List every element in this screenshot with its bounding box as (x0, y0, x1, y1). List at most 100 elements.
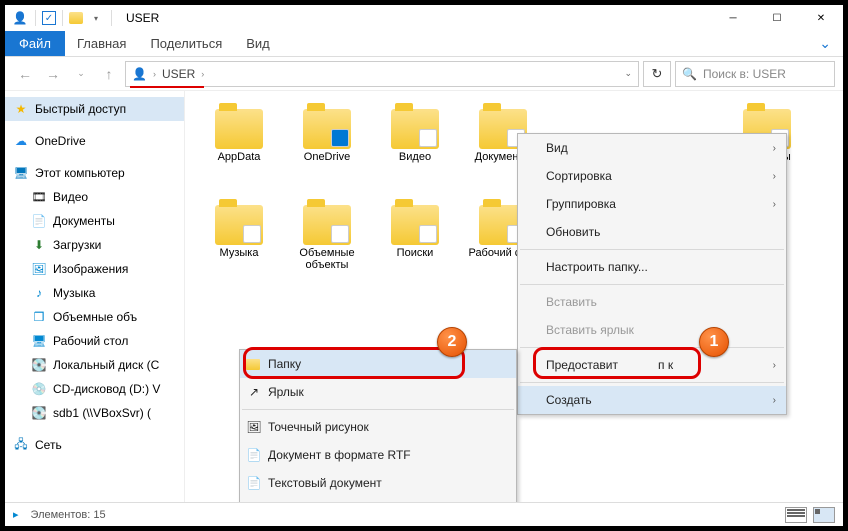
star-icon: ★ (13, 101, 29, 117)
chevron-right-icon: › (773, 143, 776, 154)
txt-icon: 📄 (246, 475, 262, 491)
folder-icon (215, 109, 263, 149)
video-icon: 🎞 (31, 189, 47, 205)
icons-view-button[interactable] (813, 507, 835, 523)
cloud-icon: ☁ (13, 133, 29, 149)
menu-create[interactable]: Создать› (518, 386, 786, 414)
separator (520, 284, 784, 285)
sidebar-item[interactable]: 🖼Изображения (5, 257, 184, 281)
menu-group[interactable]: Группировка› (518, 190, 786, 218)
chevron-right-icon: › (773, 360, 776, 371)
menu-view[interactable]: Вид› (518, 134, 786, 162)
menu-new-shortcut[interactable]: ↗Ярлык (240, 378, 516, 406)
user-icon: 👤 (11, 9, 29, 27)
home-tab[interactable]: Главная (65, 31, 138, 56)
menu-new-txt[interactable]: 📄Текстовый документ (240, 469, 516, 497)
video-overlay-icon (419, 129, 437, 147)
this-pc-item[interactable]: 🖥Этот компьютер (5, 161, 184, 185)
menu-new-rtf[interactable]: 📄Документ в формате RTF (240, 441, 516, 469)
chevron-right-icon: › (773, 395, 776, 406)
menu-sort[interactable]: Сортировка› (518, 162, 786, 190)
folder-item[interactable]: AppData (195, 105, 283, 201)
status-elements: Элементов: 15 (31, 509, 106, 521)
desktop-icon: 🖥 (31, 333, 47, 349)
sidebar-item[interactable]: 🎞Видео (5, 185, 184, 209)
folder-item[interactable]: Объемные объекты (283, 201, 371, 297)
maximize-button[interactable]: ☐ (755, 5, 799, 31)
document-icon: 📄 (31, 213, 47, 229)
folder-icon (69, 12, 83, 24)
share-tab[interactable]: Поделиться (138, 31, 234, 56)
annotation-highlight-2 (243, 347, 465, 379)
quick-access[interactable]: ★Быстрый доступ (5, 97, 184, 121)
separator (242, 409, 514, 410)
cd-icon: 💿 (31, 381, 47, 397)
music-overlay-icon (243, 225, 261, 243)
sidebar-item[interactable]: ⬇Загрузки (5, 233, 184, 257)
sidebar-item[interactable]: ♪Музыка (5, 281, 184, 305)
forward-button[interactable]: → (41, 62, 65, 86)
onedrive-item[interactable]: ☁OneDrive (5, 129, 184, 153)
expand-tree-icon[interactable]: ▸ (13, 508, 19, 521)
shortcut-icon: ↗ (246, 384, 262, 400)
folder-item[interactable]: OneDrive (283, 105, 371, 201)
address-bar-row: ← → ⌄ ↑ 👤 › USER › ⌄ ↻ 🔍 Поиск в: USER (5, 57, 843, 91)
menu-new-bitmap[interactable]: 🖼Точечный рисунок (240, 413, 516, 441)
separator (520, 382, 784, 383)
sidebar-item[interactable]: 📄Документы (5, 209, 184, 233)
qat-more-icon[interactable]: ▾ (87, 9, 105, 27)
download-icon: ⬇ (31, 237, 47, 253)
folder-item[interactable]: Поиски (371, 201, 459, 297)
network-item[interactable]: 🖧Сеть (5, 433, 184, 457)
back-button[interactable]: ← (13, 62, 37, 86)
expand-ribbon-icon[interactable]: ⌄ (807, 31, 843, 56)
onedrive-overlay-icon (331, 129, 349, 147)
recent-button[interactable]: ⌄ (69, 62, 93, 86)
folder-item[interactable]: Видео (371, 105, 459, 201)
search-icon: 🔍 (682, 67, 697, 81)
chevron-right-icon: › (773, 171, 776, 182)
address-bar[interactable]: 👤 › USER › ⌄ (125, 61, 639, 87)
sidebar-item[interactable]: 🖥Рабочий стол (5, 329, 184, 353)
checkbox-icon[interactable]: ✓ (42, 11, 56, 25)
menu-paste: Вставить (518, 288, 786, 316)
annotation-highlight-1 (533, 347, 701, 379)
chevron-right-icon: › (201, 69, 204, 79)
network-icon: 🖧 (13, 437, 29, 453)
view-tab[interactable]: Вид (234, 31, 282, 56)
music-icon: ♪ (31, 285, 47, 301)
dropdown-icon[interactable]: ⌄ (624, 68, 632, 79)
sidebar-item[interactable]: 💽Локальный диск (С (5, 353, 184, 377)
menu-customize[interactable]: Настроить папку... (518, 253, 786, 281)
search-input[interactable]: 🔍 Поиск в: USER (675, 61, 835, 87)
sidebar-item[interactable]: ❒Объемные объ (5, 305, 184, 329)
rtf-icon: 📄 (246, 447, 262, 463)
drive-icon: 💽 (31, 357, 47, 373)
network-drive-icon: 💽 (31, 405, 47, 421)
search-placeholder: Поиск в: USER (703, 67, 786, 81)
title-bar: 👤 ✓ ▾ USER ─ ☐ ✕ (5, 5, 843, 31)
folder-item[interactable]: Музыка (195, 201, 283, 297)
menu-paste-shortcut: Вставить ярлык (518, 316, 786, 344)
monitor-icon: 🖥 (13, 165, 29, 181)
navigation-pane: ★Быстрый доступ ☁OneDrive 🖥Этот компьюте… (5, 91, 185, 502)
bitmap-icon: 🖼 (246, 419, 262, 435)
folder-icon (215, 205, 263, 245)
annotation-underline (130, 86, 204, 88)
file-tab[interactable]: Файл (5, 31, 65, 56)
sidebar-item[interactable]: 💿CD-дисковод (D:) V (5, 377, 184, 401)
menu-refresh[interactable]: Обновить (518, 218, 786, 246)
status-bar: ▸ Элементов: 15 (5, 502, 843, 526)
up-button[interactable]: ↑ (97, 62, 121, 86)
folder-icon (303, 109, 351, 149)
details-view-button[interactable] (785, 507, 807, 523)
separator (520, 249, 784, 250)
search-overlay-icon (419, 225, 437, 243)
sidebar-item[interactable]: 💽sdb1 (\\VBoxSvr) ( (5, 401, 184, 425)
ribbon-tabs: Файл Главная Поделиться Вид ⌄ (5, 31, 843, 57)
breadcrumb[interactable]: USER (162, 67, 195, 81)
close-button[interactable]: ✕ (799, 5, 843, 31)
refresh-button[interactable]: ↻ (643, 61, 671, 87)
folder-icon (303, 205, 351, 245)
minimize-button[interactable]: ─ (711, 5, 755, 31)
